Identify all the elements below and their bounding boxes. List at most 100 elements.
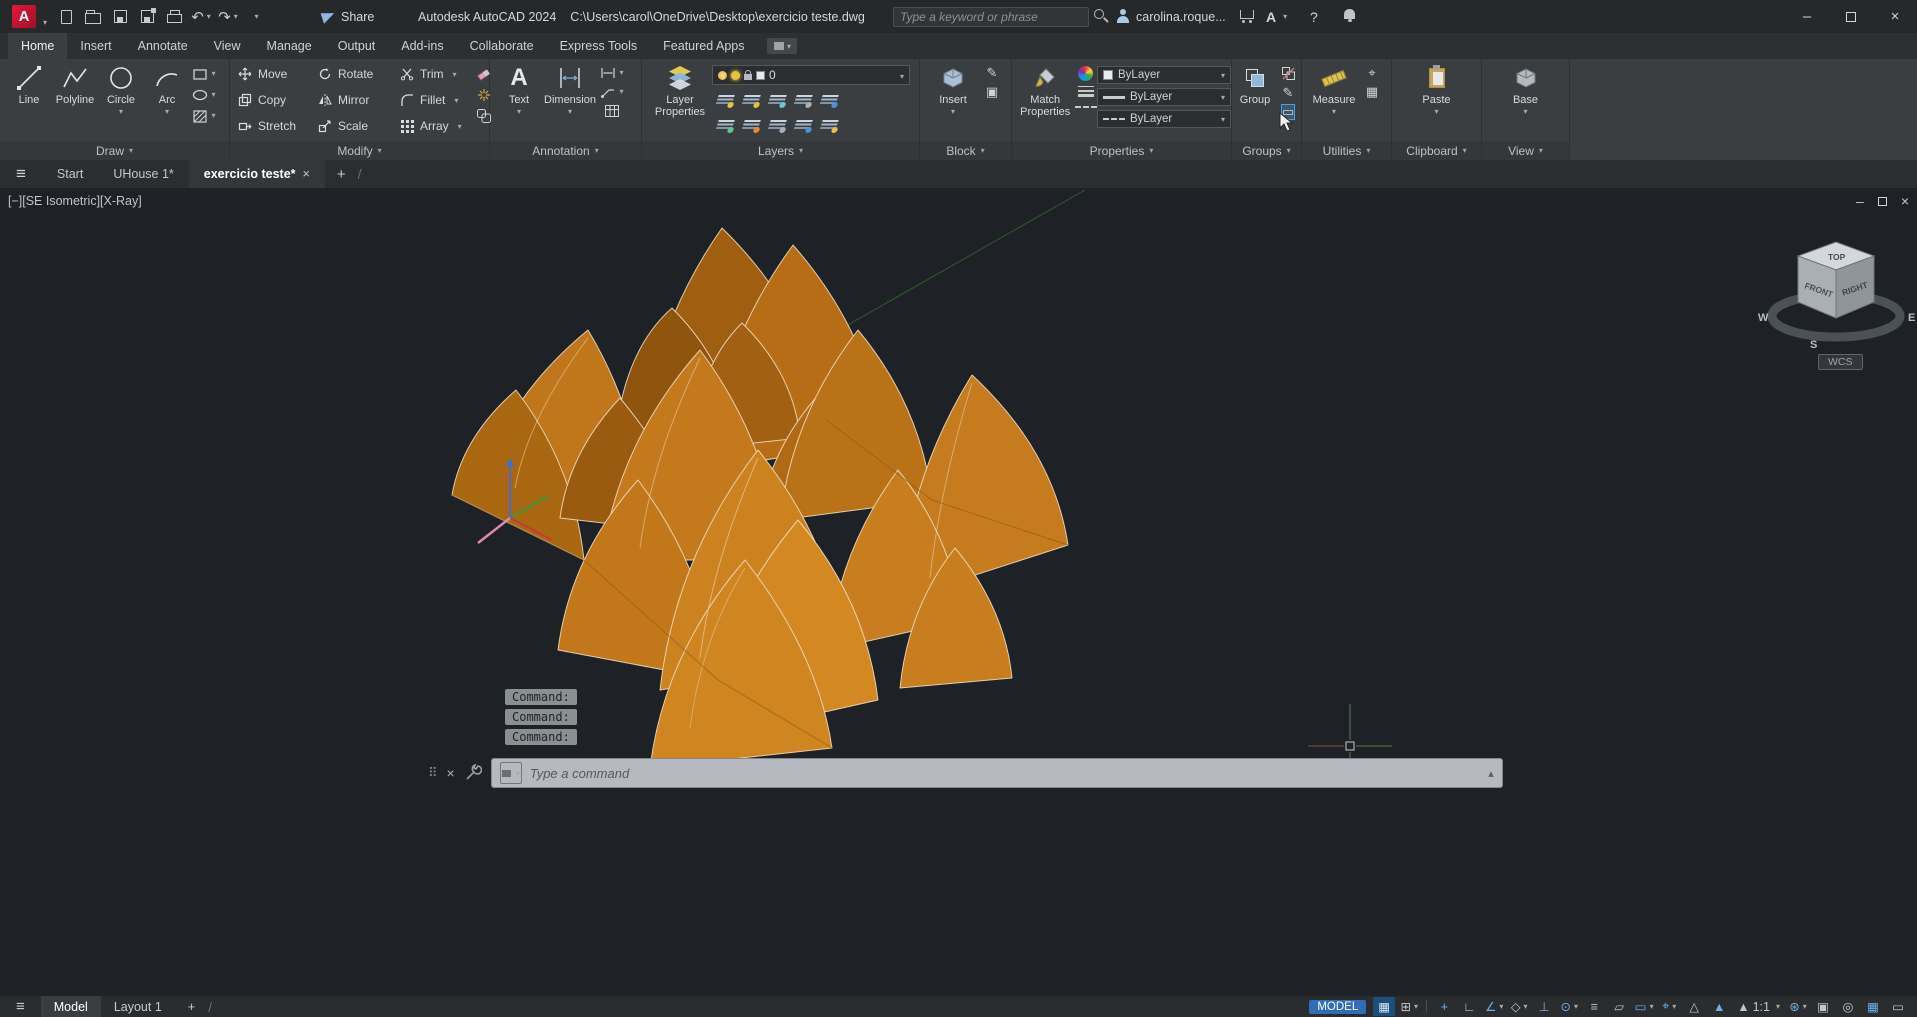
paste-dropdown-icon[interactable] (1434, 107, 1438, 115)
ortho-toggle[interactable]: ∟ (1458, 997, 1480, 1016)
undo-button[interactable]: ↶ (191, 5, 211, 29)
layer-unlock-tool-icon[interactable] (767, 120, 787, 131)
viewport-minimize-icon[interactable]: – (1856, 193, 1864, 209)
insert-button[interactable]: Insert (928, 59, 978, 141)
compass-south-label[interactable]: S (1810, 339, 1817, 351)
minimize-button[interactable]: – (1785, 0, 1829, 33)
open-file-button[interactable] (83, 5, 103, 29)
layer-lock-icon[interactable] (793, 95, 813, 106)
create-block-button[interactable]: ✎ (987, 66, 998, 80)
circle-dropdown-icon[interactable] (119, 107, 123, 115)
line-button[interactable]: Line (6, 59, 52, 141)
dimension-dropdown-icon[interactable] (568, 107, 572, 115)
search-icon[interactable] (1094, 9, 1104, 19)
user-avatar[interactable] (1116, 9, 1130, 23)
lineweight-dropdown-icon[interactable] (1218, 91, 1225, 103)
app-store-cart-icon[interactable] (1240, 10, 1254, 19)
tab-express-tools[interactable]: Express Tools (547, 33, 651, 59)
command-input[interactable] (530, 766, 1480, 781)
tab-start[interactable]: Start (42, 160, 98, 188)
tab-close-icon[interactable]: × (303, 167, 310, 181)
fillet-button[interactable]: Fillet (400, 93, 476, 107)
text-dropdown-icon[interactable] (517, 107, 521, 115)
grid-toggle[interactable]: ▦ (1373, 997, 1395, 1016)
polar-tracking-toggle[interactable]: ∠ (1483, 997, 1505, 1016)
model-canvas[interactable] (0, 188, 1917, 996)
new-layout-button[interactable]: + (175, 996, 208, 1017)
arc-button[interactable]: Arc (144, 59, 190, 141)
selection-cycling-toggle[interactable]: ▭ (1633, 997, 1655, 1016)
panel-label-layers[interactable]: Layers (642, 141, 919, 160)
move-button[interactable]: Move (238, 67, 318, 81)
isodraft-toggle[interactable]: ◇ (1508, 997, 1530, 1016)
model-viewport[interactable]: [−][SE Isometric][X-Ray] – × (0, 188, 1917, 996)
layout1-tab[interactable]: Layout 1 (101, 996, 175, 1017)
customize-wrench-icon[interactable] (464, 764, 482, 782)
new-file-button[interactable] (56, 5, 76, 29)
snap-toggle[interactable]: ⊞ (1398, 997, 1420, 1016)
compass-west-label[interactable]: W (1758, 312, 1769, 324)
file-tabs-menu-icon[interactable]: ≡ (0, 164, 42, 184)
maximize-button[interactable] (1829, 0, 1873, 33)
help-button[interactable]: ? (1310, 0, 1318, 33)
hatch-tool-button[interactable] (192, 108, 215, 124)
scale-button[interactable]: Scale (318, 119, 400, 133)
user-account-button[interactable]: carolina.roque... (1136, 0, 1226, 33)
close-button[interactable]: × (1873, 0, 1917, 33)
viewcube[interactable]: W S E TOP FRONT RIGHT (1748, 228, 1917, 365)
measure-dropdown-icon[interactable] (1332, 107, 1336, 115)
linetype-dropdown-icon[interactable] (1218, 113, 1225, 125)
viewport-restore-icon[interactable] (1878, 197, 1887, 206)
command-palette-close-icon[interactable]: × (447, 765, 455, 781)
transparency-toggle[interactable]: ▱ (1608, 997, 1630, 1016)
lineweight-toggle[interactable]: ≡ (1583, 997, 1605, 1016)
compass-east-label[interactable]: E (1908, 312, 1915, 324)
model-space-button[interactable]: MODEL (1309, 1000, 1366, 1014)
qat-customize-button[interactable] (245, 5, 265, 29)
autodesk-account-button[interactable]: A (1266, 0, 1287, 33)
recent-commands-button[interactable] (500, 762, 522, 784)
layer-isolate-icon[interactable] (741, 95, 761, 106)
group-button[interactable]: Group (1234, 59, 1276, 141)
lineweight-list-icon[interactable] (1078, 86, 1094, 97)
tab-manage[interactable]: Manage (254, 33, 325, 59)
paste-button[interactable]: Paste (1411, 59, 1463, 141)
osnap-3d-toggle[interactable]: ⌖ (1658, 997, 1680, 1016)
tab-home[interactable]: Home (8, 33, 67, 59)
color-wheel-icon[interactable] (1078, 66, 1093, 81)
copy-button[interactable]: Copy (238, 93, 318, 107)
panel-label-draw[interactable]: Draw (0, 141, 229, 160)
object-snap-tracking-toggle[interactable]: ⊥ (1533, 997, 1555, 1016)
new-drawing-button[interactable]: + (325, 166, 358, 183)
panel-label-groups[interactable]: Groups (1232, 141, 1301, 160)
viewcube-top-label[interactable]: TOP (1828, 252, 1846, 262)
dimension-button[interactable]: Dimension (542, 59, 598, 141)
tab-view[interactable]: View (201, 33, 254, 59)
panel-label-properties[interactable]: Properties (1012, 141, 1231, 160)
viewport-controls-label[interactable]: [−][SE Isometric][X-Ray] (8, 194, 142, 208)
match-properties-button[interactable]: Match Properties (1016, 59, 1074, 141)
ribbon-display-options-button[interactable] (767, 38, 797, 54)
quick-calc-button[interactable]: ▦ (1366, 85, 1378, 99)
panel-label-utilities[interactable]: Utilities (1302, 141, 1391, 160)
search-input[interactable] (900, 10, 1082, 24)
tab-addins[interactable]: Add-ins (388, 33, 456, 59)
text-button[interactable]: A Text (496, 59, 542, 141)
layer-current-icon[interactable] (793, 120, 813, 131)
trim-button[interactable]: Trim (400, 67, 476, 81)
polyline-button[interactable]: Polyline (52, 59, 98, 141)
command-input-bar[interactable]: ▴ (491, 758, 1503, 788)
model-tab[interactable]: Model (41, 996, 101, 1017)
layer-match-icon[interactable] (819, 95, 839, 106)
layer-select-dropdown-icon[interactable] (897, 68, 904, 82)
linetype-select[interactable]: ByLayer (1097, 110, 1231, 128)
ungroup-button[interactable] (1281, 66, 1296, 81)
viewcube-cube[interactable]: TOP FRONT RIGHT (1798, 242, 1874, 318)
linear-dimension-button[interactable] (600, 66, 623, 80)
insert-dropdown-icon[interactable] (951, 107, 955, 115)
layer-thaw-all-icon[interactable] (741, 120, 761, 131)
base-button[interactable]: Base (1502, 59, 1550, 141)
object-color-select[interactable]: ByLayer (1097, 66, 1231, 84)
annotation-visibility-toggle[interactable]: ▲ (1708, 997, 1730, 1016)
dynamic-input-toggle[interactable]: + (1433, 997, 1455, 1016)
